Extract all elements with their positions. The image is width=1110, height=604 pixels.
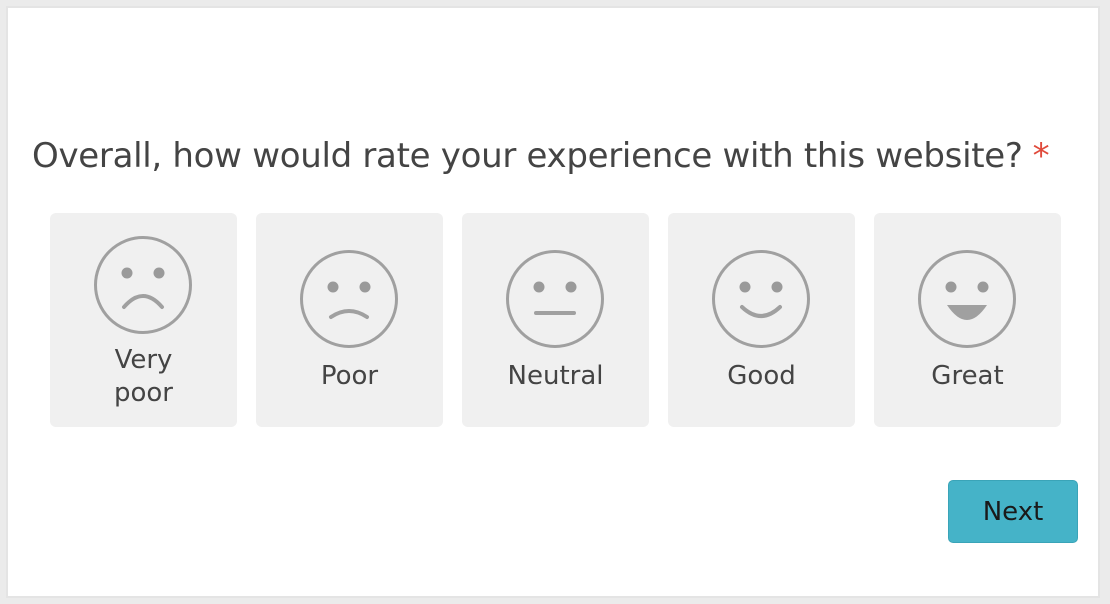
question-heading: Overall, how would rate your experience … bbox=[32, 136, 1050, 176]
required-marker: * bbox=[1032, 136, 1050, 176]
rating-option-good[interactable]: Good bbox=[668, 213, 855, 427]
rating-option-poor[interactable]: Poor bbox=[256, 213, 443, 427]
rating-option-label: Neutral bbox=[507, 361, 604, 391]
rating-option-label: Poor bbox=[320, 361, 379, 391]
rating-option-very-poor[interactable]: Very poor bbox=[50, 213, 237, 427]
poor-face-icon bbox=[300, 250, 398, 348]
rating-option-neutral[interactable]: Neutral bbox=[462, 213, 649, 427]
rating-option-label: Good bbox=[727, 361, 796, 391]
very-poor-face-icon bbox=[94, 236, 192, 334]
survey-card: Overall, how would rate your experience … bbox=[6, 6, 1100, 598]
good-face-icon bbox=[712, 250, 810, 348]
next-button[interactable]: Next bbox=[948, 480, 1078, 543]
rating-option-label: Great bbox=[931, 361, 1004, 391]
rating-options: Very poor Poor Neutral Good Great bbox=[50, 213, 1061, 427]
rating-option-label: Very poor bbox=[113, 345, 173, 408]
question-text: Overall, how would rate your experience … bbox=[32, 136, 1023, 176]
rating-option-great[interactable]: Great bbox=[874, 213, 1061, 427]
neutral-face-icon bbox=[506, 250, 604, 348]
great-face-icon bbox=[918, 250, 1016, 348]
